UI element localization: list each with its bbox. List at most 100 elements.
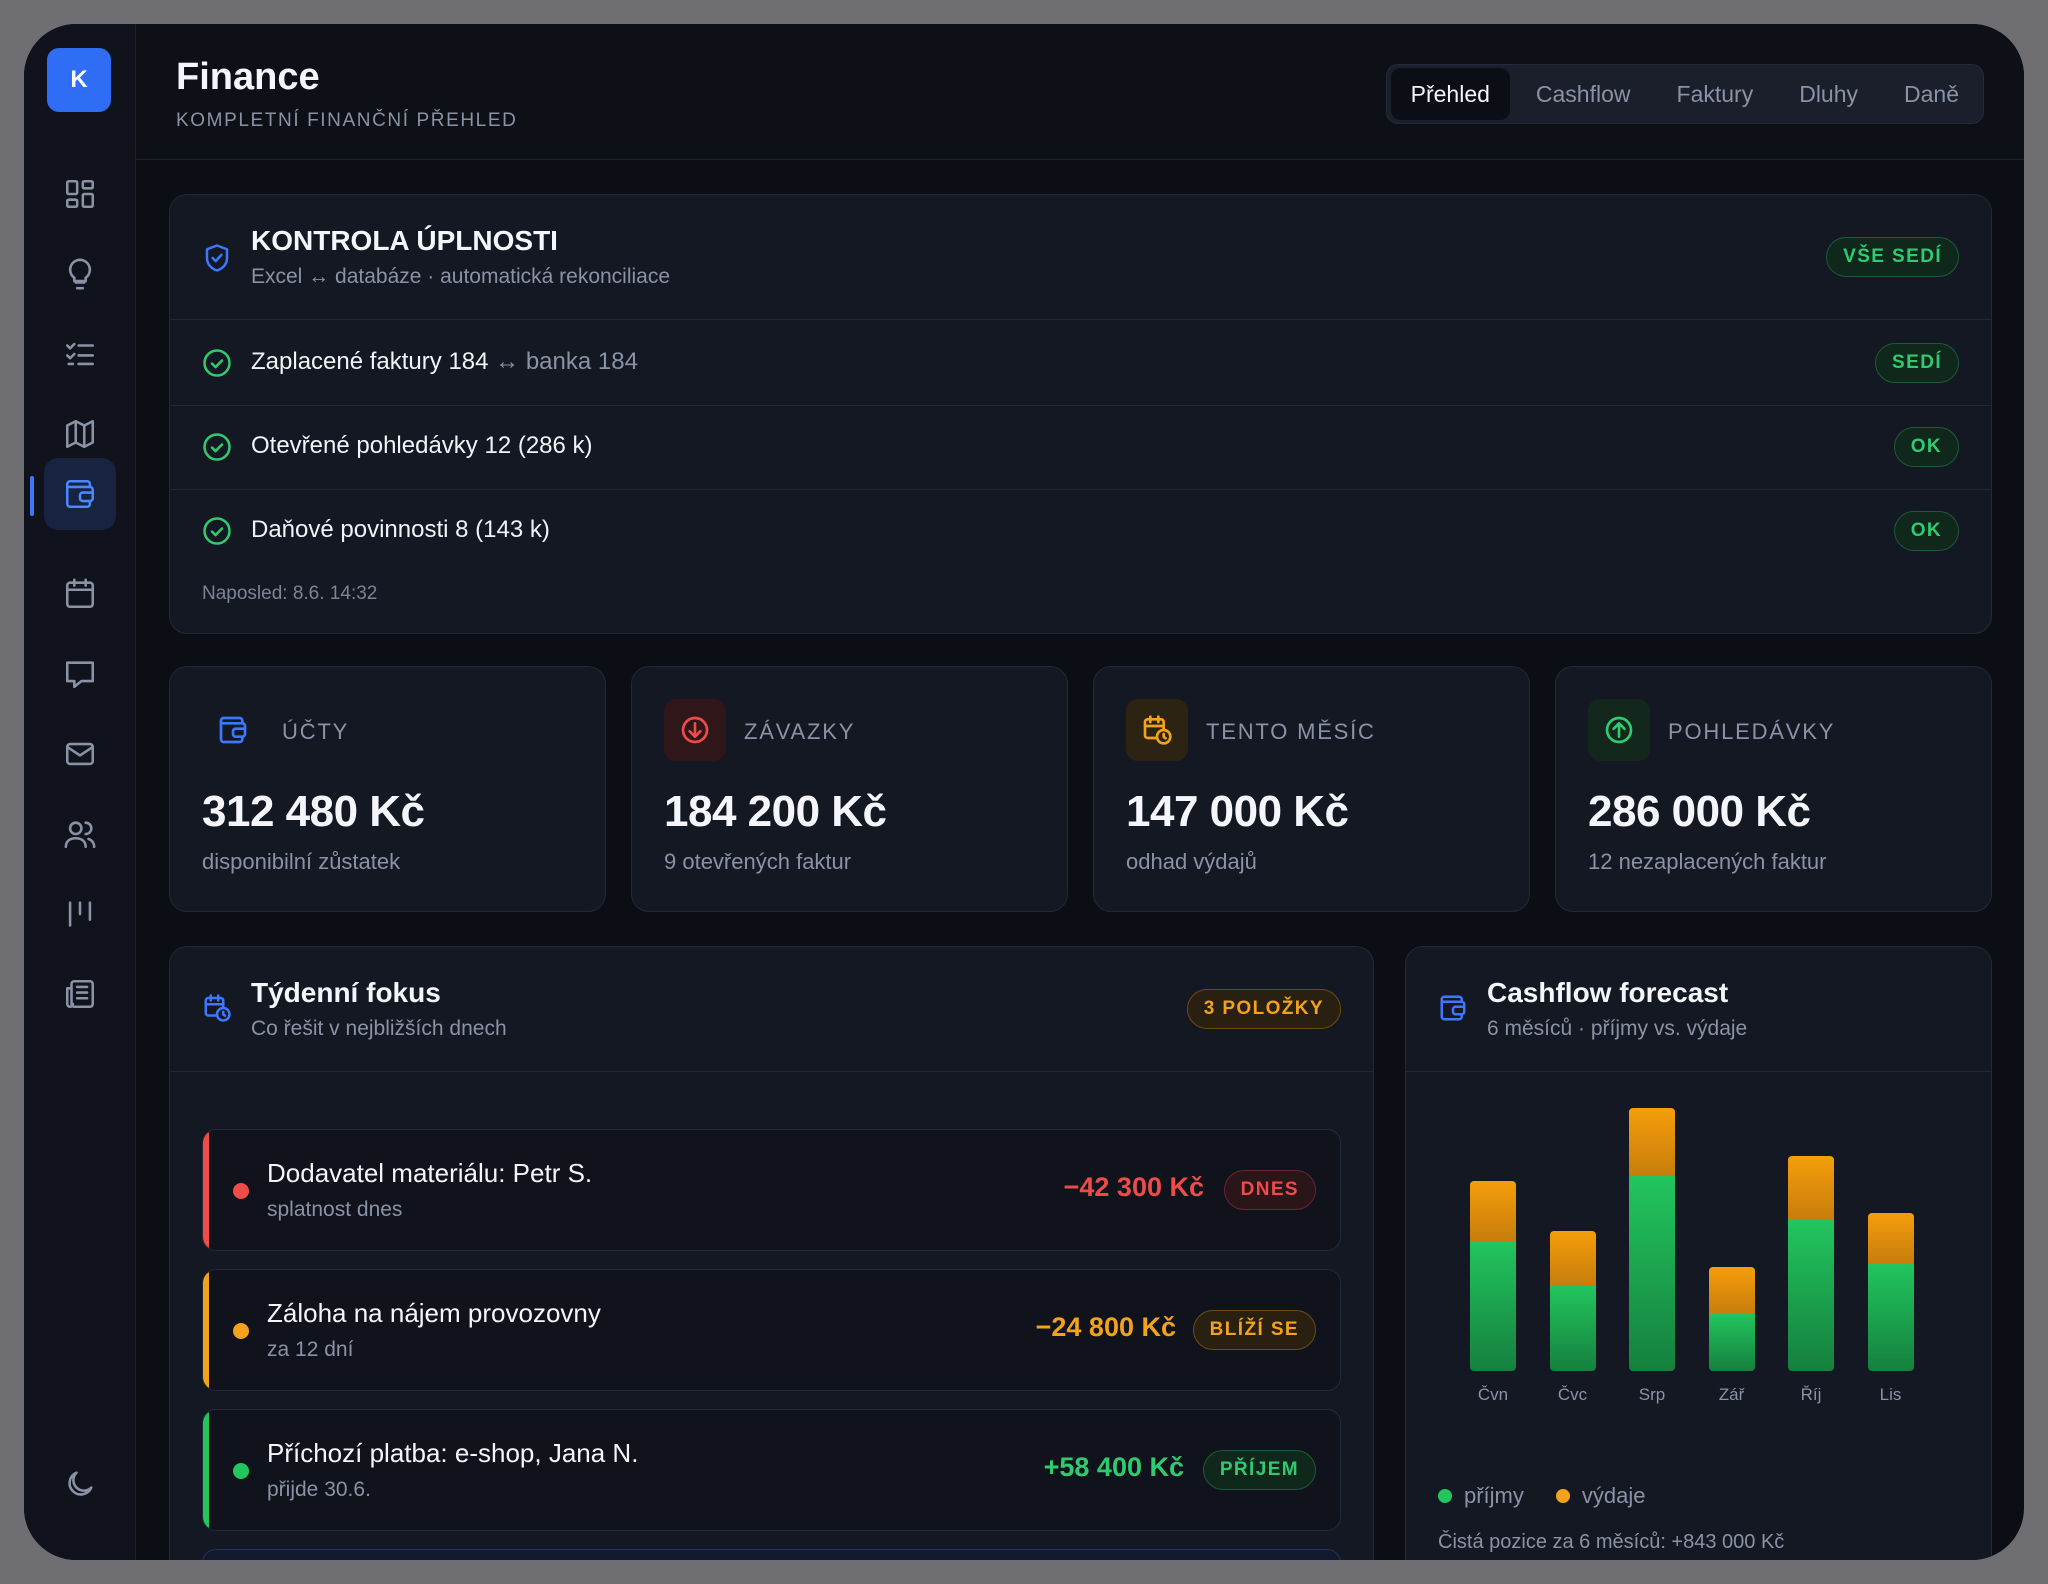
bar-expenses <box>1629 1107 1675 1177</box>
kpi-label: POHLEDÁVKY <box>1668 719 1836 744</box>
active-indicator <box>30 476 34 516</box>
x-tick-label: Říj <box>1800 1385 1822 1404</box>
check-row-label: Otevřené pohledávky 12 (286 k) <box>251 432 593 459</box>
chat-icon[interactable] <box>44 638 116 710</box>
kpi-value: 147 000 Kč <box>1126 787 1349 836</box>
status-dot <box>233 1323 249 1339</box>
focus-item-subtitle: splatnost dnes <box>267 1198 403 1221</box>
moon-icon[interactable] <box>44 1448 116 1520</box>
wallet-icon <box>202 699 264 761</box>
check-row-label: Zaplacené faktury 184 <box>251 348 489 375</box>
page-header: Finance KOMPLETNÍ FINANČNÍ PŘEHLED Přehl… <box>136 24 2024 160</box>
x-tick-label: Srp <box>1638 1385 1666 1404</box>
net-position: Čistá pozice za 6 měsíců: +843 000 Kč <box>1438 1531 1785 1553</box>
check-row-label: Daňové povinnosti 8 (143 k) <box>251 516 550 543</box>
priority-stripe <box>203 1410 209 1530</box>
completeness-title: KONTROLA ÚPLNOSTI <box>251 225 558 256</box>
ai-tip-panel[interactable] <box>202 1549 1341 1560</box>
kpi-card-accounts[interactable]: ÚČTY 312 480 Kč disponibilní zůstatek <box>169 666 606 912</box>
lightbulb-icon[interactable] <box>44 238 116 310</box>
divider <box>170 319 1991 320</box>
status-badge: DNES <box>1223 1170 1316 1210</box>
check-row-tax: Daňové povinnosti 8 (143 k) OK <box>170 489 1991 573</box>
kpi-card-receivables[interactable]: POHLEDÁVKY 286 000 Kč 12 nezaplacených f… <box>1555 666 1992 912</box>
status-badge: OK <box>1893 511 1959 551</box>
kpi-value: 312 480 Kč <box>202 787 425 836</box>
news-icon[interactable] <box>44 958 116 1030</box>
tab-dane[interactable]: Daně <box>1884 68 1979 120</box>
calendar-clock-icon <box>1126 699 1188 761</box>
avatar[interactable]: K <box>47 48 111 112</box>
kpi-caption: 9 otevřených faktur <box>664 849 852 874</box>
bar-income <box>1549 1285 1596 1371</box>
check-circle-icon <box>203 517 231 545</box>
tab-faktury[interactable]: Faktury <box>1657 68 1774 120</box>
bar-income <box>1788 1219 1834 1371</box>
kpi-label: ÚČTY <box>282 719 350 744</box>
check-row-paid-invoices: Zaplacené faktury 184 ↔ banka 184 SEDÍ <box>170 321 1991 405</box>
focus-item-amount: +58 400 Kč <box>1043 1452 1184 1482</box>
bar-expenses <box>1549 1231 1596 1286</box>
priority-stripe <box>203 1270 209 1390</box>
status-dot <box>233 1183 249 1199</box>
bar-expenses <box>1470 1181 1516 1242</box>
legend-item-expenses: výdaje <box>1555 1483 1645 1509</box>
bar-income <box>1708 1313 1755 1371</box>
kpi-value: 184 200 Kč <box>664 787 887 836</box>
last-run-timestamp: Naposled: 8.6. 14:32 <box>202 583 378 604</box>
arrow-up-circle-icon <box>1588 699 1650 761</box>
legend-label: příjmy <box>1464 1483 1524 1508</box>
checklist-icon[interactable] <box>44 318 116 390</box>
status-badge: VŠE SEDÍ <box>1826 237 1959 277</box>
focus-title: Týdenní fokus <box>251 977 441 1008</box>
status-badge: BLÍŽÍ SE <box>1192 1310 1316 1350</box>
focus-item[interactable]: Příchozí platba: e-shop, Jana N. přijde … <box>202 1409 1341 1531</box>
mail-icon[interactable] <box>44 718 116 790</box>
status-badge: PŘÍJEM <box>1202 1450 1316 1490</box>
completeness-subtitle: Excel ↔ databáze · automatická rekoncili… <box>251 265 671 288</box>
check-row-detail: ↔ banka 184 <box>488 348 638 375</box>
bar-income <box>1867 1264 1914 1371</box>
focus-item[interactable]: Záloha na nájem provozovny za 12 dní −24… <box>202 1269 1341 1391</box>
arrow-down-circle-icon <box>664 699 726 761</box>
focus-item[interactable]: Dodavatel materiálu: Petr S. splatnost d… <box>202 1129 1341 1251</box>
tab-bar: Přehled Cashflow Faktury Dluhy Daně <box>1385 64 1984 124</box>
calendar-icon[interactable] <box>44 558 116 630</box>
dashboard-icon[interactable] <box>44 158 116 230</box>
kpi-card-this-month[interactable]: TENTO MĚSÍC 147 000 Kč odhad výdajů <box>1093 666 1530 912</box>
focus-item-subtitle: přijde 30.6. <box>267 1478 371 1501</box>
status-dot <box>233 1463 249 1479</box>
forecast-title: Cashflow forecast <box>1487 977 1729 1008</box>
weekly-focus-card: Týdenní fokus Co řešit v nejbližších dne… <box>169 946 1374 1560</box>
divider <box>170 1071 1373 1072</box>
x-tick-label: Zář <box>1718 1385 1745 1404</box>
status-badge: OK <box>1893 427 1959 467</box>
kpi-caption: 12 nezaplacených faktur <box>1588 849 1827 874</box>
bar-income <box>1470 1241 1516 1371</box>
bar-income <box>1629 1176 1675 1371</box>
status-badge: SEDÍ <box>1875 343 1959 383</box>
bar-expenses <box>1708 1266 1755 1314</box>
items-count-badge: 3 POLOŽKY <box>1186 989 1341 1029</box>
priority-stripe <box>203 1130 209 1250</box>
focus-item-title: Záloha na nájem provozovny <box>267 1298 601 1328</box>
kanban-icon[interactable] <box>44 878 116 950</box>
wallet-icon[interactable] <box>44 458 116 530</box>
x-tick-label: Čvc <box>1557 1385 1588 1404</box>
wallet-icon <box>1440 995 1466 1021</box>
users-icon[interactable] <box>44 798 116 870</box>
focus-subtitle: Co řešit v nejbližších dnech <box>251 1017 507 1040</box>
sidebar: K <box>24 24 136 1560</box>
tab-prehled[interactable]: Přehled <box>1390 68 1510 120</box>
kpi-caption: odhad výdajů <box>1126 849 1257 874</box>
tab-dluhy[interactable]: Dluhy <box>1779 68 1878 120</box>
focus-item-title: Dodavatel materiálu: Petr S. <box>267 1158 593 1188</box>
kpi-card-liabilities[interactable]: ZÁVAZKY 184 200 Kč 9 otevřených faktur <box>631 666 1068 912</box>
focus-item-amount: −42 300 Kč <box>1063 1172 1204 1202</box>
tab-cashflow[interactable]: Cashflow <box>1516 68 1651 120</box>
forecast-subtitle: 6 měsíců · příjmy vs. výdaje <box>1487 1017 1748 1040</box>
check-row-receivables: Otevřené pohledávky 12 (286 k) OK <box>170 405 1991 489</box>
calendar-clock-icon <box>204 994 231 1022</box>
x-tick-label: Čvn <box>1477 1385 1509 1404</box>
kpi-label: ZÁVAZKY <box>744 719 856 744</box>
